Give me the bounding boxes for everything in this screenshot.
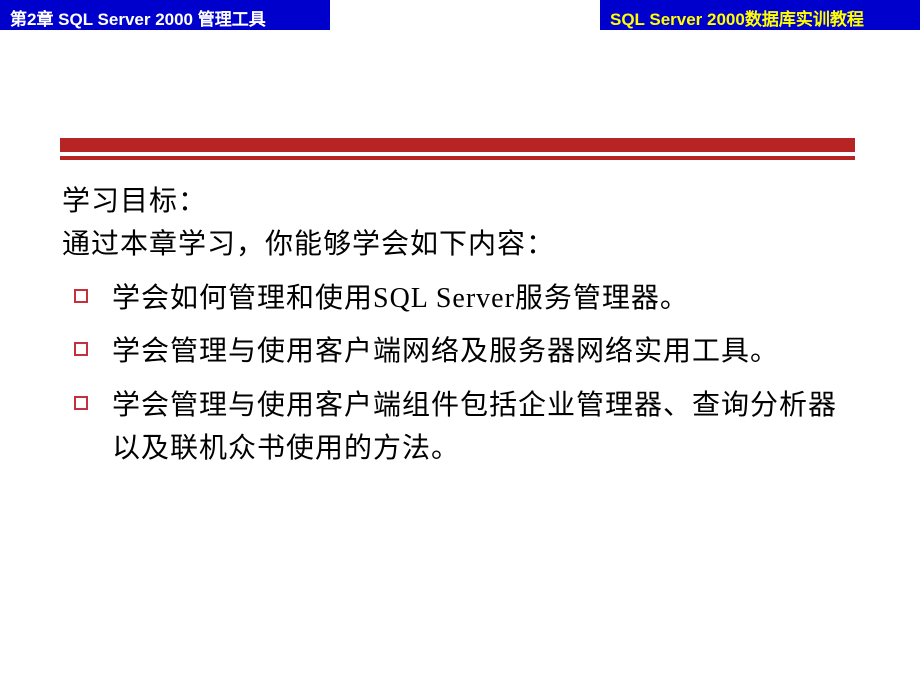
objectives-list: 学会如何管理和使用SQL Server服务管理器。 学会管理与使用客户端网络及服… (62, 277, 858, 471)
square-bullet-icon (74, 396, 88, 410)
tutorial-title: SQL Server 2000数据库实训教程 (600, 0, 920, 30)
learning-objectives-intro: 通过本章学习，你能够学会如下内容： (62, 223, 858, 266)
chapter-title: 第2章 SQL Server 2000 管理工具 (0, 0, 330, 30)
list-item: 学会管理与使用客户端组件包括企业管理器、查询分析器以及联机众书使用的方法。 (62, 384, 858, 471)
list-item: 学会管理与使用客户端网络及服务器网络实用工具。 (62, 330, 858, 373)
objective-text: 学会管理与使用客户端网络及服务器网络实用工具。 (112, 330, 779, 373)
objective-text: 学会如何管理和使用SQL Server服务管理器。 (112, 277, 689, 320)
red-bar-thick (60, 138, 855, 152)
slide-content: 学习目标： 通过本章学习，你能够学会如下内容： 学会如何管理和使用SQL Ser… (0, 160, 920, 470)
square-bullet-icon (74, 342, 88, 356)
learning-objectives-title: 学习目标： (62, 180, 858, 223)
square-bullet-icon (74, 289, 88, 303)
divider (0, 138, 920, 160)
header-spacer (330, 0, 600, 30)
objective-text: 学会管理与使用客户端组件包括企业管理器、查询分析器以及联机众书使用的方法。 (112, 384, 858, 471)
list-item: 学会如何管理和使用SQL Server服务管理器。 (62, 277, 858, 320)
slide-header: 第2章 SQL Server 2000 管理工具 SQL Server 2000… (0, 0, 920, 30)
